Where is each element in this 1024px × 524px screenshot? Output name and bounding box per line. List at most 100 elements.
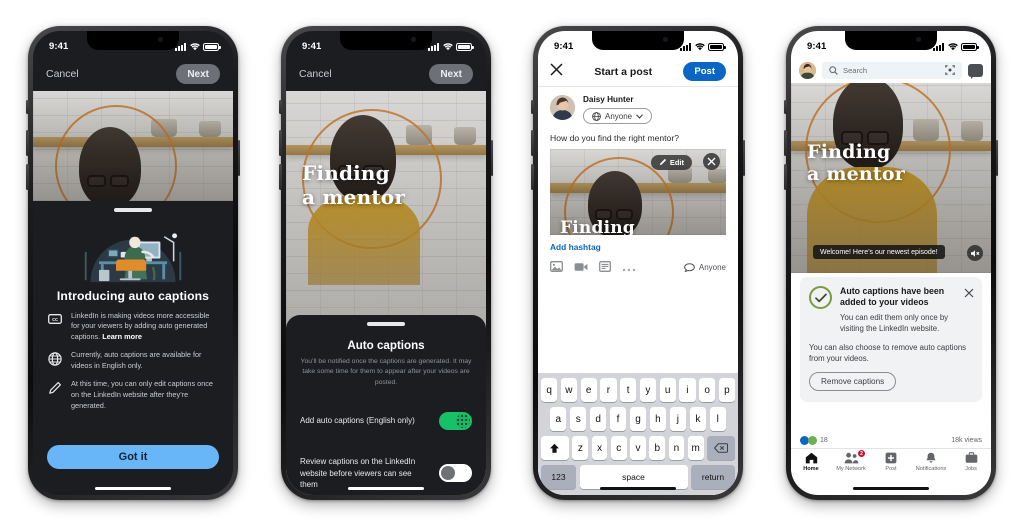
return-key[interactable]: return xyxy=(691,465,735,489)
page-title: Introducing auto captions xyxy=(56,288,210,303)
key-i[interactable]: i xyxy=(679,378,696,402)
key-c[interactable]: c xyxy=(610,436,627,460)
phone2-volume-up xyxy=(279,130,282,156)
next-button[interactable]: Next xyxy=(176,64,220,84)
media-attachment[interactable]: Finding Edit xyxy=(550,148,726,235)
tab-notifications[interactable]: Notifications xyxy=(912,452,950,472)
key-s[interactable]: s xyxy=(569,407,587,431)
video-artwork: Finding xyxy=(550,148,726,235)
space-key[interactable]: space xyxy=(579,465,688,489)
key-p[interactable]: p xyxy=(718,378,735,402)
key-x[interactable]: x xyxy=(591,436,608,460)
key-z[interactable]: z xyxy=(572,436,589,460)
backspace-key[interactable] xyxy=(707,436,736,460)
key-u[interactable]: u xyxy=(659,378,676,402)
video-icon[interactable] xyxy=(574,259,588,277)
numbers-key[interactable]: 123 xyxy=(541,465,576,489)
key-k[interactable]: k xyxy=(689,407,707,431)
key-t[interactable]: t xyxy=(620,378,637,402)
add-hashtag-link[interactable]: Add hashtag xyxy=(538,235,738,252)
mute-icon[interactable] xyxy=(967,245,983,261)
phone1-mute-switch xyxy=(26,100,29,114)
cancel-button[interactable]: Cancel xyxy=(46,68,79,80)
phone1-volume-up xyxy=(26,130,29,156)
key-j[interactable]: j xyxy=(669,407,687,431)
sheet-grabber[interactable] xyxy=(114,208,152,212)
svg-text:cc: cc xyxy=(52,317,58,323)
post-text[interactable]: How do you find the right mentor? xyxy=(538,126,738,143)
phone4-power-button xyxy=(995,140,998,176)
learn-more-link[interactable]: Learn more xyxy=(102,332,142,341)
key-m[interactable]: m xyxy=(687,436,704,460)
key-w[interactable]: w xyxy=(560,378,577,402)
auto-captions-sheet: Auto captions You’ll be notified once th… xyxy=(286,315,486,495)
status-time: 9:41 xyxy=(302,41,322,52)
key-n[interactable]: n xyxy=(668,436,685,460)
key-b[interactable]: b xyxy=(649,436,666,460)
video-scrim xyxy=(33,91,233,201)
front-camera-icon xyxy=(158,37,163,42)
phone1-notch xyxy=(87,31,179,50)
keyboard-row-3: z x c v b n m xyxy=(538,436,738,460)
search-input[interactable]: Search xyxy=(822,61,962,79)
feed-video[interactable]: Finding a mentor Welcome! Here’s our new… xyxy=(791,83,991,273)
tab-home[interactable]: Home xyxy=(792,452,830,472)
close-icon[interactable] xyxy=(550,62,563,81)
reactions-group[interactable]: 18 xyxy=(800,436,828,445)
key-r[interactable]: r xyxy=(600,378,617,402)
post-button[interactable]: Post xyxy=(683,62,726,81)
got-it-button[interactable]: Got it xyxy=(47,445,219,469)
review-captions-toggle[interactable] xyxy=(439,464,472,483)
key-a[interactable]: a xyxy=(550,407,567,431)
key-v[interactable]: v xyxy=(630,436,646,460)
remove-captions-button[interactable]: Remove captions xyxy=(809,372,897,392)
key-d[interactable]: d xyxy=(589,407,607,431)
edit-media-button[interactable]: Edit xyxy=(650,154,692,170)
card-paragraph-1: You can edit them only once by visiting … xyxy=(840,312,949,333)
key-h[interactable]: h xyxy=(649,407,667,431)
sheet-grabber[interactable] xyxy=(367,322,405,326)
globe-icon xyxy=(47,351,62,366)
tab-label: Home xyxy=(803,466,819,472)
author-row: Daisy Hunter Anyone xyxy=(538,87,738,126)
cancel-button[interactable]: Cancel xyxy=(299,68,332,80)
document-icon[interactable] xyxy=(599,259,611,277)
tab-post[interactable]: Post xyxy=(872,452,910,472)
key-o[interactable]: o xyxy=(699,378,716,402)
plus-icon xyxy=(885,452,897,464)
sheet-title: Auto captions xyxy=(347,338,425,352)
tab-jobs[interactable]: Jobs xyxy=(952,452,990,472)
shift-key[interactable] xyxy=(540,436,569,460)
key-g[interactable]: g xyxy=(629,407,647,431)
next-button[interactable]: Next xyxy=(429,64,473,84)
tab-label: Notifications xyxy=(915,466,947,472)
key-q[interactable]: q xyxy=(541,378,558,402)
person-at-desk-illustration xyxy=(47,216,219,284)
list-item: At this time, you can only edit captions… xyxy=(47,379,219,411)
profile-avatar[interactable] xyxy=(799,61,816,79)
tab-my-network[interactable]: 2 My Network xyxy=(832,449,870,472)
phone1-volume-down xyxy=(26,164,29,190)
feature-text: At this time, you can only edit captions… xyxy=(71,379,213,410)
avatar[interactable] xyxy=(550,95,575,120)
home-indicator xyxy=(853,486,929,490)
key-e[interactable]: e xyxy=(580,378,597,402)
audience-selector[interactable]: Anyone xyxy=(583,108,653,124)
messaging-icon[interactable] xyxy=(968,63,983,79)
key-y[interactable]: y xyxy=(639,378,656,402)
dismiss-card-button[interactable] xyxy=(964,285,974,298)
phone1-video-preview[interactable] xyxy=(33,91,233,201)
remove-media-button[interactable] xyxy=(703,152,720,170)
toolbar-audience[interactable]: Anyone xyxy=(684,263,726,272)
more-icon[interactable] xyxy=(622,259,636,277)
add-auto-captions-toggle[interactable] xyxy=(439,412,472,431)
composer-nav-bar: Start a post Post xyxy=(538,57,738,87)
home-indicator xyxy=(95,486,171,490)
photo-icon[interactable] xyxy=(550,259,563,277)
key-f[interactable]: f xyxy=(609,407,627,431)
battery-icon xyxy=(708,42,726,51)
success-check-icon xyxy=(809,286,832,309)
video-title-line1: Finding xyxy=(807,141,891,163)
phone2-mute-switch xyxy=(279,100,282,114)
key-l[interactable]: l xyxy=(709,407,726,431)
